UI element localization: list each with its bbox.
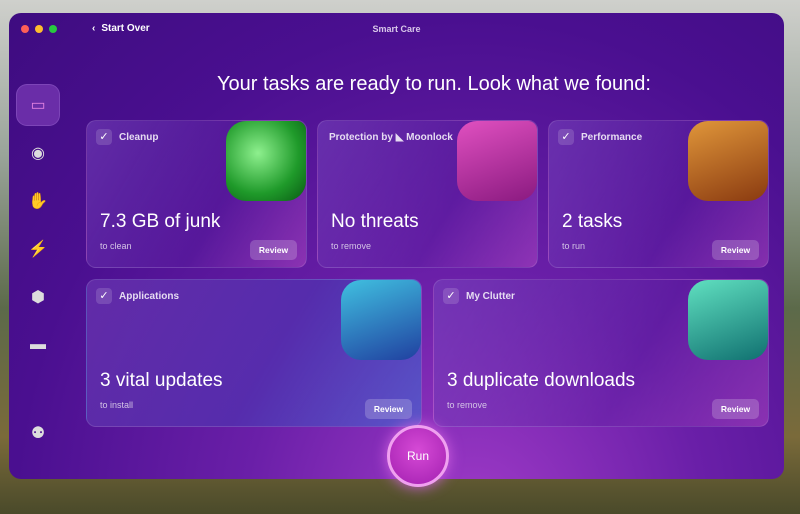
performance-review-button[interactable]: Review [712,240,759,260]
applications-review-button[interactable]: Review [365,399,412,419]
my-clutter-review-button[interactable]: Review [712,399,759,419]
my-clutter-checkbox[interactable]: ✓ [443,288,459,304]
assistant-icon: ⚉ [30,425,46,442]
sidebar-item-performance[interactable]: ⚡ [17,229,59,269]
sidebar-item-applications[interactable]: ⬢ [17,277,59,317]
hand-icon: ✋ [28,193,48,210]
sidebar-item-assistant[interactable]: ⚉ [17,413,59,453]
applications-card[interactable]: ✓ Applications 3 vital updates to instal… [86,279,422,427]
card-title: Protection by [329,132,393,143]
moonlock-logo-icon: ◣ [395,132,404,143]
sidebar-item-my-clutter[interactable]: ▬ [17,325,59,365]
card-value: 3 vital updates [100,370,223,391]
sidebar-item-cleanup[interactable]: ◉ [17,133,59,173]
card-title: Cleanup [119,132,159,143]
card-subtitle: to run [562,241,586,251]
sidebar: ▭ ◉ ✋ ⚡ ⬢ ▬ ⚉ [17,85,61,461]
cleanup-icon: ◉ [31,145,45,162]
card-subtitle: to remove [331,241,372,251]
folder-art-icon [688,280,768,360]
my-clutter-card[interactable]: ✓ My Clutter 3 duplicate downloads to re… [433,279,769,427]
hand-art-icon [457,121,537,201]
card-value: 3 duplicate downloads [447,370,636,391]
applications-art-icon [341,280,421,360]
smart-care-window: ‹ Start Over Smart Care ▭ ◉ ✋ ⚡ ⬢ ▬ ⚉ You… [9,13,784,479]
cleanup-card[interactable]: ✓ Cleanup 7.3 GB of junk to clean Review [86,120,307,268]
applications-checkbox[interactable]: ✓ [96,288,112,304]
window-title: Smart Care [372,24,421,34]
protection-card[interactable]: Protection by ◣ Moonlock No threats to r… [317,120,538,268]
card-subtitle: to clean [100,241,132,251]
card-subtitle: to install [100,400,134,410]
card-subtitle: to remove [447,400,488,410]
lightning-art-icon [688,121,768,201]
sidebar-item-smart-care[interactable]: ▭ [17,85,59,125]
card-value: No threats [331,211,419,232]
sidebar-item-protection[interactable]: ✋ [17,181,59,221]
performance-checkbox[interactable]: ✓ [558,129,574,145]
cleanup-checkbox[interactable]: ✓ [96,129,112,145]
cleanup-art-icon [226,121,306,201]
card-title: Applications [119,291,180,302]
performance-card[interactable]: ✓ Performance 2 tasks to run Review [548,120,769,268]
page-title: Your tasks are ready to run. Look what w… [217,73,651,95]
card-title: My Clutter [466,291,515,302]
run-button[interactable]: Run [387,425,449,487]
smart-care-icon: ▭ [30,97,46,114]
card-value: 2 tasks [562,211,623,232]
moonlock-brand: Moonlock [406,132,453,143]
lightning-icon: ⚡ [28,241,48,258]
applications-icon: ⬢ [31,289,45,306]
card-title: Performance [581,132,643,143]
card-value: 7.3 GB of junk [100,211,221,232]
cleanup-review-button[interactable]: Review [250,240,297,260]
folder-icon: ▬ [30,336,46,353]
